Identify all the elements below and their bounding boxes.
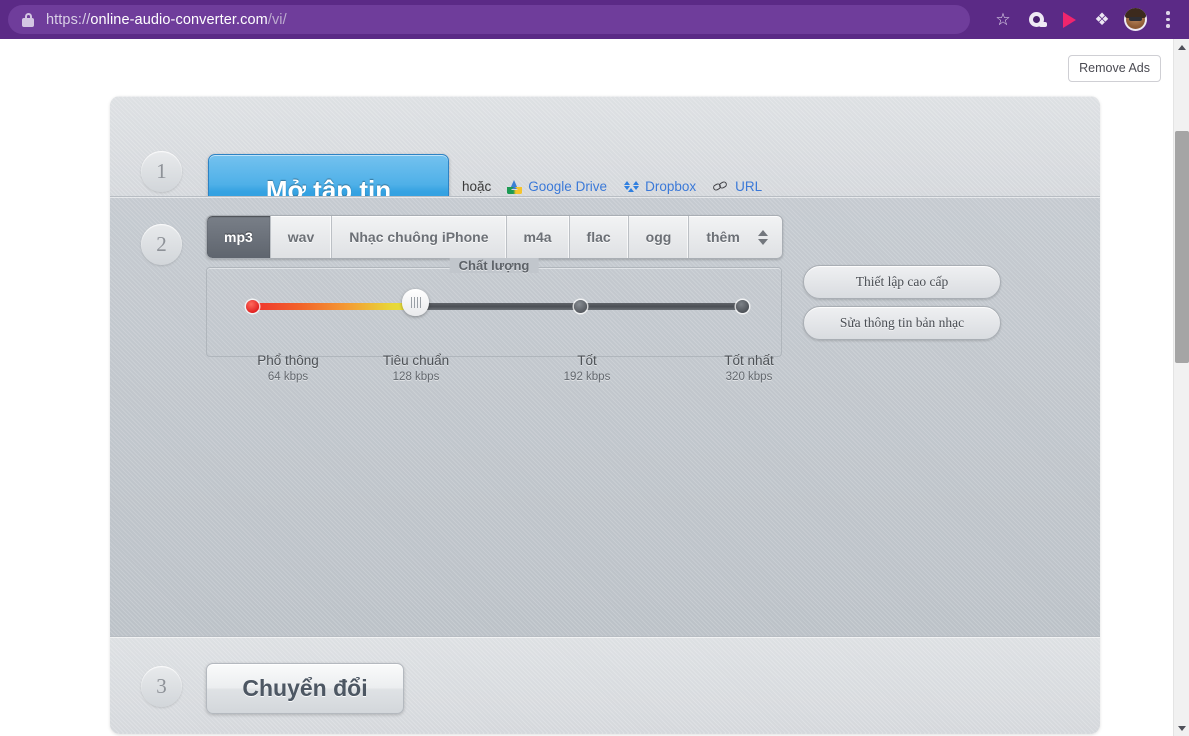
quality-slider[interactable]: Phổ thông 64 kbps Tiêu chuẩn 128 kbps Tố… [249,301,745,311]
format-tab-wav[interactable]: wav [271,216,332,258]
audio-converter-panel: 1 Mở tập tin hoặc Google Drive Dropbox [110,96,1100,734]
url-link[interactable]: URL [713,179,762,194]
address-bar[interactable]: https://online-audio-converter.com/vi/ [8,5,970,34]
advanced-settings-button[interactable]: Thiết lập cao cấp [803,265,1001,299]
convert-button[interactable]: Chuyển đổi [206,663,404,714]
url-text: https://online-audio-converter.com/vi/ [46,12,287,28]
scroll-up-arrow-icon[interactable] [1174,39,1189,55]
step-2-number: 2 [141,224,182,265]
scrollbar-thumb[interactable] [1175,131,1189,363]
webcam-icon[interactable] [1021,5,1051,35]
lock-icon [22,13,34,27]
slider-stop-192[interactable] [574,300,587,313]
slider-stop-320[interactable] [736,300,749,313]
slider-track-filled [249,303,417,310]
bookmark-star-icon[interactable]: ☆ [988,5,1018,35]
file-source-links: hoặc Google Drive Dropbox [462,179,770,194]
scroll-down-arrow-icon[interactable] [1174,720,1189,736]
google-drive-icon [507,180,522,194]
format-tab-flac[interactable]: flac [570,216,629,258]
spinner-up-down-icon[interactable] [754,216,782,258]
chrome-menu-icon[interactable] [1153,5,1183,35]
output-format-tabs: mp3 wav Nhạc chuông iPhone m4a flac ogg … [206,215,783,259]
format-tab-iphone-ringtone[interactable]: Nhạc chuông iPhone [332,216,506,258]
format-tab-mp3[interactable]: mp3 [207,216,271,258]
profile-avatar[interactable] [1120,5,1150,35]
extensions-puzzle-icon[interactable]: ❖ [1087,5,1117,35]
dropbox-link[interactable]: Dropbox [624,179,696,194]
quality-label-best: Tốt nhất 320 kbps [689,353,809,383]
page-content: Remove Ads 1 Mở tập tin hoặc Google Driv… [0,39,1173,736]
step-1-number: 1 [141,151,182,192]
google-drive-link[interactable]: Google Drive [507,179,607,194]
step-3-number: 3 [141,666,182,707]
link-icon [713,180,729,194]
remove-ads-button[interactable]: Remove Ads [1068,55,1161,82]
quality-legend: Chất lượng [450,258,539,273]
quality-label-good: Tốt 192 kbps [527,353,647,383]
step-1-section: 1 Mở tập tin hoặc Google Drive Dropbox [110,96,1100,196]
edit-track-info-button[interactable]: Sửa thông tin bản nhạc [803,306,1001,340]
dropbox-label: Dropbox [645,179,696,194]
format-tab-ogg[interactable]: ogg [629,216,690,258]
dropbox-icon [624,180,639,194]
page-scrollbar[interactable] [1173,39,1189,736]
format-tab-more[interactable]: thêm [689,216,753,258]
quality-label-standard: Tiêu chuẩn 128 kbps [356,353,476,383]
step-3-section: 3 Chuyển đổi [110,636,1100,733]
url-label: URL [735,179,762,194]
format-tab-m4a[interactable]: m4a [507,216,570,258]
slider-handle[interactable] [402,289,429,319]
quality-label-popular: Phổ thông 64 kbps [228,353,348,383]
slider-stop-64[interactable] [246,300,259,313]
media-play-icon[interactable] [1054,5,1084,35]
browser-action-buttons: ☆ ❖ [988,0,1183,39]
or-label: hoặc [462,179,491,194]
quality-fieldset: Chất lượng Phổ thông 64 kbps T [206,267,782,357]
browser-toolbar: https://online-audio-converter.com/vi/ ☆… [0,0,1189,39]
google-drive-label: Google Drive [528,179,607,194]
step-2-section: 2 mp3 wav Nhạc chuông iPhone m4a flac og… [110,196,1100,636]
